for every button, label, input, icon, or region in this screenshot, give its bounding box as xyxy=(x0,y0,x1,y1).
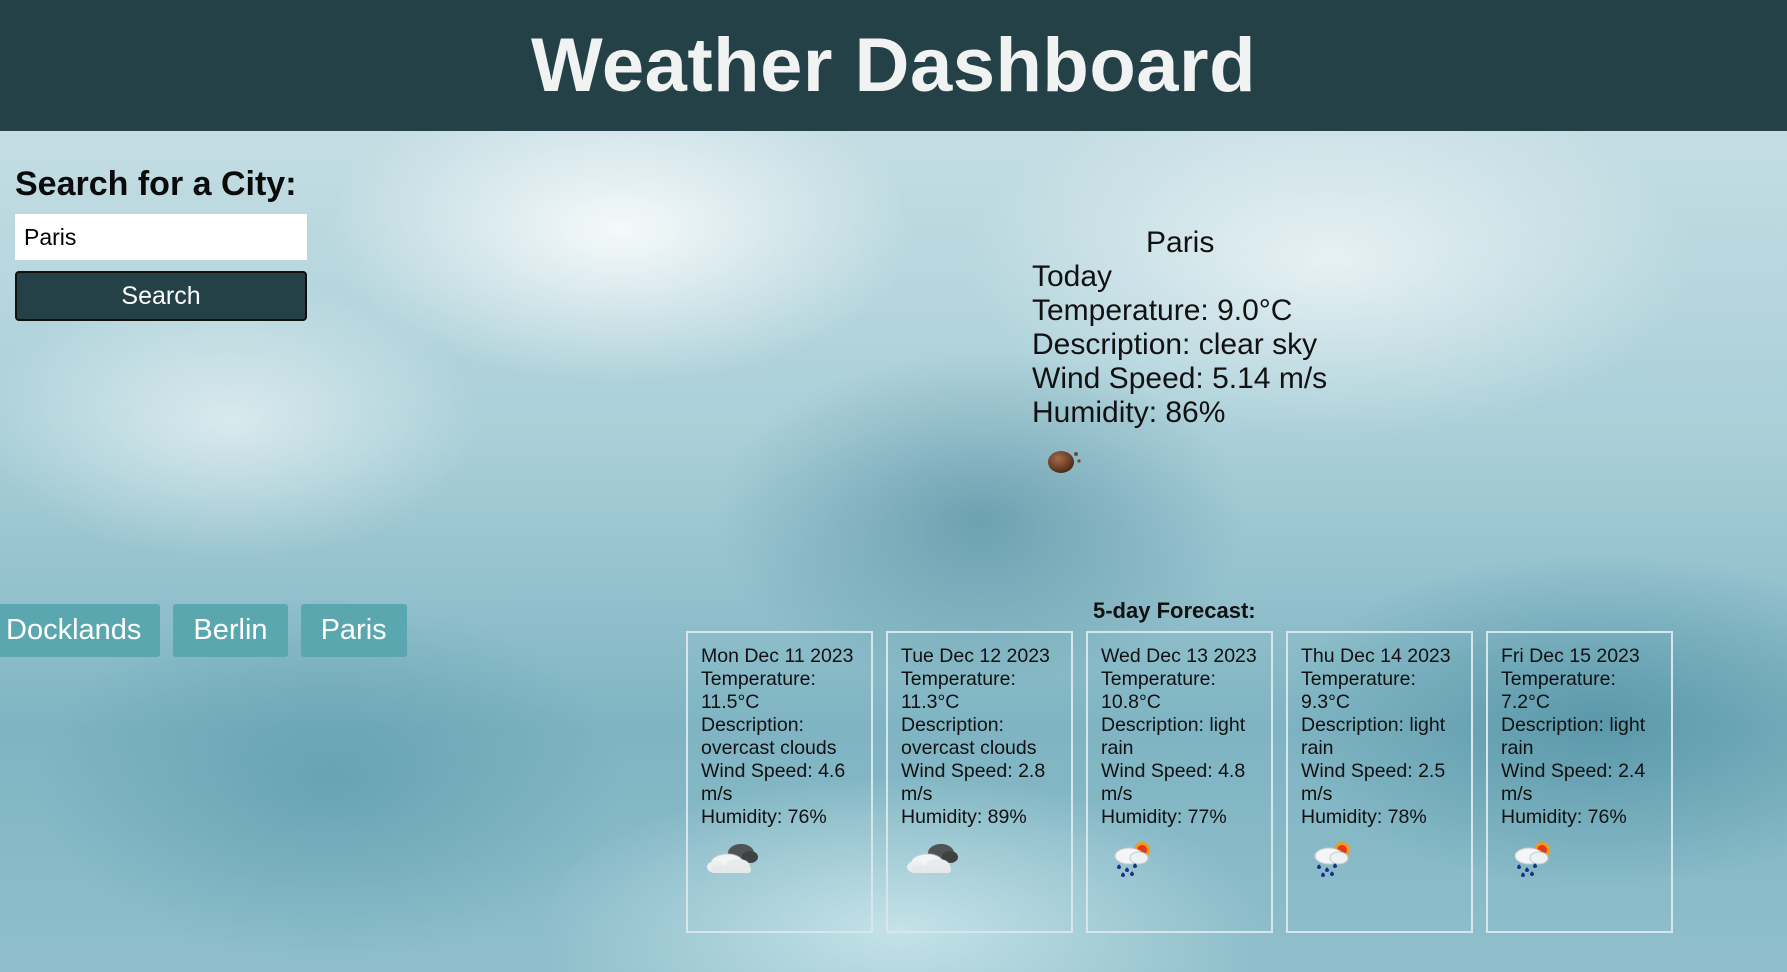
forecast-card: Thu Dec 14 2023 Temperature: 9.3°C Descr… xyxy=(1286,631,1473,933)
forecast-list: Mon Dec 11 2023 Temperature: 11.5°C Desc… xyxy=(686,631,1673,933)
forecast-humidity: Humidity: 89% xyxy=(901,806,1027,828)
history-button-paris[interactable]: Paris xyxy=(300,604,407,657)
search-history: Docklands Berlin Paris xyxy=(0,604,407,657)
light-rain-icon xyxy=(1505,839,1561,879)
forecast-title: 5-day Forecast: xyxy=(1093,598,1256,623)
forecast-date: Tue Dec 12 2023 xyxy=(901,645,1050,667)
forecast-description: Description: light rain xyxy=(1301,714,1446,759)
forecast-card: Fri Dec 15 2023 Temperature: 7.2°C Descr… xyxy=(1486,631,1673,933)
forecast-humidity: Humidity: 76% xyxy=(701,806,827,828)
current-weather: Paris Today Temperature: 9.0°C Descripti… xyxy=(1032,226,1332,476)
light-rain-icon xyxy=(1105,839,1161,879)
forecast-humidity: Humidity: 77% xyxy=(1101,806,1227,828)
current-wind: Wind Speed: 5.14 m/s xyxy=(1032,362,1328,395)
forecast-temperature: Temperature: 11.5°C xyxy=(701,668,816,713)
overcast-clouds-icon xyxy=(705,839,761,879)
light-rain-icon xyxy=(1305,839,1361,879)
page-title: Weather Dashboard xyxy=(530,23,1257,108)
forecast-temperature: Temperature: 10.8°C xyxy=(1101,668,1216,713)
forecast-description: Description: light rain xyxy=(1501,714,1646,759)
search-panel: Search for a City: Search xyxy=(15,165,307,321)
history-button-berlin[interactable]: Berlin xyxy=(173,604,288,657)
forecast-date: Mon Dec 11 2023 xyxy=(701,645,854,667)
forecast-temperature: Temperature: 9.3°C xyxy=(1301,668,1416,713)
forecast-description: Description: overcast clouds xyxy=(701,714,837,759)
current-day: Today xyxy=(1032,260,1113,293)
moon-icon xyxy=(1046,442,1086,476)
forecast-wind: Wind Speed: 4.8 m/s xyxy=(1101,760,1246,805)
forecast-wind: Wind Speed: 2.4 m/s xyxy=(1501,760,1646,805)
current-temperature: Temperature: 9.0°C xyxy=(1032,294,1293,327)
search-heading: Search for a City: xyxy=(15,165,297,203)
forecast-temperature: Temperature: 11.3°C xyxy=(901,668,1016,713)
forecast-date: Fri Dec 15 2023 xyxy=(1501,645,1640,667)
current-humidity: Humidity: 86% xyxy=(1032,396,1226,429)
forecast-wind: Wind Speed: 4.6 m/s xyxy=(701,760,846,805)
forecast-date: Thu Dec 14 2023 xyxy=(1301,645,1451,667)
overcast-clouds-icon xyxy=(905,839,961,879)
city-search-input[interactable] xyxy=(15,214,307,260)
page-header: Weather Dashboard xyxy=(0,0,1787,131)
forecast-date: Wed Dec 13 2023 xyxy=(1101,645,1257,667)
forecast-wind: Wind Speed: 2.8 m/s xyxy=(901,760,1046,805)
search-button[interactable]: Search xyxy=(15,271,307,321)
history-button-docklands[interactable]: Docklands xyxy=(0,604,161,657)
forecast-card: Tue Dec 12 2023 Temperature: 11.3°C Desc… xyxy=(886,631,1073,933)
forecast-description: Description: overcast clouds xyxy=(901,714,1037,759)
current-city: Paris xyxy=(1146,226,1215,259)
current-description: Description: clear sky xyxy=(1032,328,1318,361)
forecast-description: Description: light rain xyxy=(1101,714,1246,759)
forecast-humidity: Humidity: 76% xyxy=(1501,806,1627,828)
forecast-wind: Wind Speed: 2.5 m/s xyxy=(1301,760,1446,805)
forecast-card: Mon Dec 11 2023 Temperature: 11.5°C Desc… xyxy=(686,631,873,933)
forecast-temperature: Temperature: 7.2°C xyxy=(1501,668,1616,713)
forecast-card: Wed Dec 13 2023 Temperature: 10.8°C Desc… xyxy=(1086,631,1273,933)
forecast-humidity: Humidity: 78% xyxy=(1301,806,1427,828)
